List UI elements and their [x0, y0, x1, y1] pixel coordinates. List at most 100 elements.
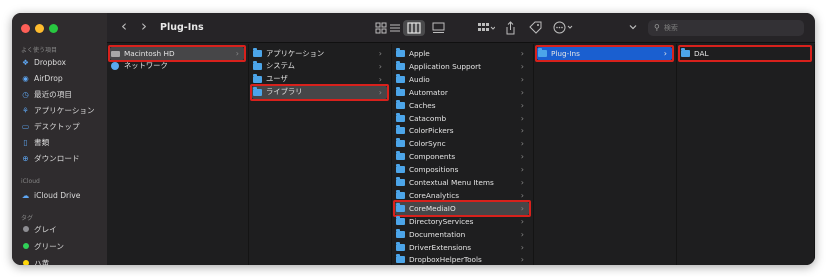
- sidebar-item-dropbox[interactable]: ❖ Dropbox: [21, 55, 103, 69]
- tag-icon: [529, 21, 542, 34]
- folder-icon: [395, 112, 405, 122]
- search-field[interactable]: ⚲ 検索: [648, 20, 804, 36]
- column-row[interactable]: Application Support ›: [395, 60, 529, 73]
- column-row[interactable]: Catacomb ›: [395, 112, 529, 125]
- sidebar-item-label: AirDrop: [34, 73, 63, 83]
- chevron-right-icon: ›: [520, 113, 524, 123]
- share-button[interactable]: [505, 21, 516, 39]
- browser-column: DAL: [677, 44, 815, 265]
- folder-icon: [395, 189, 405, 199]
- folder-icon: [395, 73, 405, 83]
- chevron-right-icon: ›: [378, 74, 382, 84]
- chevron-right-icon: ›: [520, 100, 524, 110]
- chevron-right-icon: ›: [520, 126, 524, 136]
- chevron-down-icon: [629, 25, 637, 30]
- browser-column: アプリケーション › システム › ユーザ › ライブラリ ›: [249, 44, 392, 265]
- close-window-button[interactable]: [21, 24, 30, 33]
- chevron-right-icon: ›: [520, 216, 524, 226]
- tag-dot-icon: [23, 260, 29, 265]
- search-icon: ⚲: [654, 23, 660, 32]
- row-label: Apple: [409, 49, 430, 58]
- folder-icon: [395, 215, 405, 225]
- sidebar-favorites-header: よく使う項目: [21, 47, 58, 54]
- sidebar-item-desktop[interactable]: ▭ デスクトップ: [21, 119, 103, 133]
- column-view-button[interactable]: [403, 20, 425, 36]
- sidebar-item-downloads[interactable]: ⊕ ダウンロード: [21, 151, 103, 165]
- column-row[interactable]: Documentation ›: [395, 228, 529, 241]
- highlight-box: [678, 45, 812, 62]
- column-row[interactable]: Compositions ›: [395, 163, 529, 176]
- column-row[interactable]: Apple ›: [395, 47, 529, 60]
- sidebar-item-applications[interactable]: ⚘ アプリケーション: [21, 103, 103, 117]
- group-by-button[interactable]: [477, 22, 496, 38]
- sidebar-tag-green[interactable]: グリーン: [21, 239, 103, 253]
- back-button[interactable]: ‹: [121, 19, 127, 34]
- chevron-right-icon: ›: [520, 229, 524, 239]
- folder-icon: [395, 99, 405, 109]
- chevron-right-icon: ›: [520, 255, 524, 265]
- folder-icon: [395, 241, 405, 251]
- group-grid-icon: [478, 23, 496, 31]
- sidebar-item-label: グリーン: [34, 241, 64, 251]
- row-label: Automator: [409, 87, 448, 97]
- column-row[interactable]: Audio ›: [395, 73, 529, 86]
- chevron-right-icon: ›: [520, 152, 524, 162]
- row-label: ネットワーク: [124, 61, 168, 71]
- row-label: Compositions: [409, 165, 459, 175]
- list-view-button[interactable]: [389, 22, 401, 38]
- forward-button[interactable]: ›: [141, 19, 147, 34]
- tag-button[interactable]: [529, 21, 542, 38]
- zoom-window-button[interactable]: [49, 24, 58, 33]
- sidebar-item-label: ダウンロード: [34, 153, 80, 163]
- applications-icon: ⚘: [22, 105, 29, 115]
- cloud-icon: ☁: [21, 190, 30, 200]
- download-icon: ⊕: [22, 153, 29, 163]
- path-dropdown-button[interactable]: [629, 23, 637, 35]
- column-row[interactable]: ColorPickers ›: [395, 124, 529, 137]
- folder-icon: [395, 164, 405, 174]
- row-label: Documentation: [409, 229, 466, 239]
- sidebar-item-recents[interactable]: ◷ 最近の項目: [21, 87, 103, 101]
- sidebar-item-label: iCloud Drive: [34, 190, 81, 200]
- row-label: DriverExtensions: [409, 242, 472, 252]
- column-row[interactable]: DirectoryServices ›: [395, 215, 529, 228]
- gallery-view-button[interactable]: [432, 22, 445, 38]
- document-icon: ▯: [23, 137, 28, 147]
- column-row[interactable]: ColorSync ›: [395, 137, 529, 150]
- column-row[interactable]: Components ›: [395, 150, 529, 163]
- row-label: ユーザ: [266, 74, 288, 84]
- clock-icon: ◷: [22, 89, 29, 99]
- folder-icon: [252, 60, 262, 70]
- column-row[interactable]: アプリケーション ›: [252, 47, 387, 60]
- row-label: CoreAnalytics: [409, 190, 460, 200]
- sidebar-icloud-header: iCloud: [21, 178, 40, 185]
- column-row[interactable]: Automator ›: [395, 86, 529, 99]
- column-row[interactable]: DriverExtensions ›: [395, 241, 529, 254]
- minimize-window-button[interactable]: [35, 24, 44, 33]
- chevron-right-icon: ›: [378, 49, 382, 58]
- folder-icon: [395, 254, 405, 264]
- browser-column: Plug-Ins ›: [534, 44, 677, 265]
- folder-icon: [395, 125, 405, 135]
- sidebar-item-documents[interactable]: ▯ 書類: [21, 135, 103, 149]
- finder-window: よく使う項目 ❖ Dropbox ◉ AirDrop ◷ 最近の項目 ⚘ アプリ…: [12, 13, 815, 265]
- folder-icon: [395, 151, 405, 161]
- sidebar-tag-gray[interactable]: グレイ: [21, 222, 103, 236]
- folder-icon: [395, 48, 405, 57]
- sidebar-item-icloud-drive[interactable]: ☁ iCloud Drive: [21, 188, 103, 202]
- sidebar-tag-yellow[interactable]: ハ黄: [21, 256, 103, 265]
- column-row[interactable]: Contextual Menu Items ›: [395, 176, 529, 189]
- column-row[interactable]: ネットワーク: [110, 60, 244, 73]
- column-row[interactable]: システム ›: [252, 60, 387, 73]
- column-row[interactable]: DropboxHelperTools ›: [395, 253, 529, 265]
- row-label: ColorSync: [409, 139, 446, 149]
- share-icon: [506, 21, 515, 35]
- row-label: Contextual Menu Items: [409, 178, 494, 187]
- column-row[interactable]: Caches ›: [395, 99, 529, 112]
- sidebar-item-airdrop[interactable]: ◉ AirDrop: [21, 71, 103, 85]
- row-label: Application Support: [409, 61, 481, 71]
- action-menu-button[interactable]: [553, 21, 575, 38]
- icon-view-button[interactable]: [375, 22, 387, 38]
- browser-column: Apple › Application Support › Audio › Automato…: [392, 44, 534, 265]
- highlight-box: [250, 83, 389, 101]
